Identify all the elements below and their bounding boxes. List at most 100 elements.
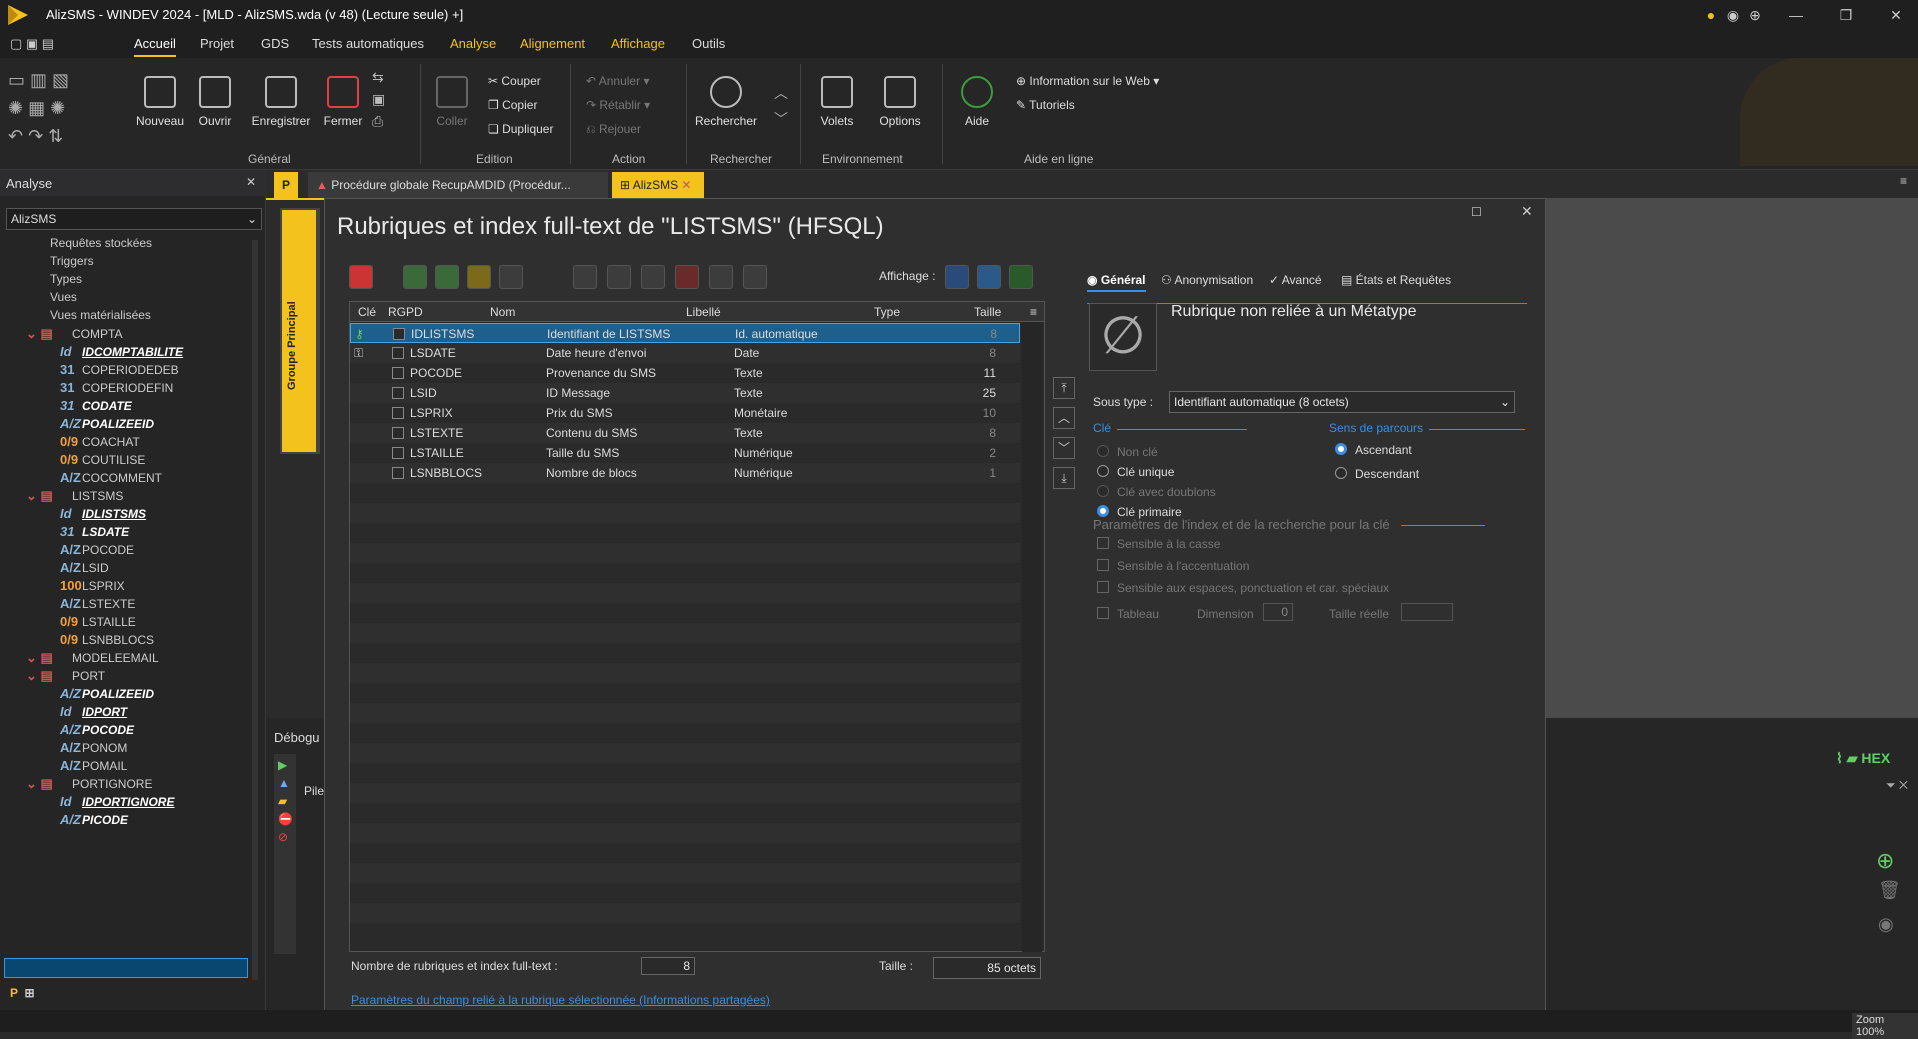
eye-icon[interactable]: ◉ [1878, 914, 1894, 935]
tree-item[interactable]: 31 COPERIODEFIN [60, 380, 173, 395]
settings-icon[interactable]: ◉ [1722, 4, 1744, 26]
tree-item[interactable]: A/ZPOALIZEEID [60, 416, 154, 431]
tree-item[interactable]: Id IDPORTIGNORE [60, 794, 174, 809]
move-down-button[interactable]: ﹀ [1053, 437, 1075, 459]
enregistrer-button[interactable]: Enregistrer [246, 76, 316, 128]
filter-icon[interactable]: ⏷ ✕ [1886, 778, 1908, 793]
rgpd-checkbox[interactable] [392, 387, 404, 399]
display-mode-icon[interactable] [977, 265, 1001, 289]
sous-type-select[interactable]: Identifiant automatique (8 octets) ⌄ [1169, 391, 1515, 413]
radio-cle-unique[interactable] [1097, 465, 1109, 477]
tree-item[interactable]: A/ZPOALIZEEID [60, 686, 154, 701]
tab-anonymisation[interactable]: ⚇ Anonymisation [1161, 273, 1253, 287]
info-web-button[interactable]: ⊕ Information sur le Web ▾ [1016, 74, 1159, 88]
chk-tableau[interactable] [1097, 607, 1109, 619]
tree-item[interactable]: ⌄ ▤ COMPTA [26, 326, 122, 342]
rgpd-checkbox[interactable] [392, 347, 404, 359]
table-row[interactable]: LSPRIX Prix du SMS Monétaire 10 [350, 403, 1020, 423]
tree-item[interactable]: 0/9 LSTAILLE [60, 614, 136, 629]
duplicate-icon[interactable] [709, 265, 733, 289]
move-bottom-button[interactable]: ⤓ [1053, 467, 1075, 489]
tree-item[interactable]: Vues [50, 290, 77, 304]
menu-accueil[interactable]: Accueil [134, 36, 176, 57]
model-canvas[interactable] [1546, 198, 1918, 718]
column-menu-icon[interactable]: ≡ [1030, 305, 1037, 319]
calendar-icon[interactable] [349, 265, 373, 289]
tab-etats[interactable]: ▤ États et Requêtes [1341, 273, 1451, 287]
panel-footer-icon[interactable]: P ⊞ [10, 986, 35, 1000]
tree-item[interactable]: A/ZPICODE [60, 812, 128, 827]
rechercher-button[interactable]: Rechercher [694, 76, 758, 128]
col-cle[interactable]: Clé [358, 305, 376, 319]
display-info-icon[interactable] [1009, 265, 1033, 289]
table-row[interactable]: POCODE Provenance du SMS Texte 11 [350, 363, 1020, 383]
table-row[interactable]: LSID ID Message Texte 25 [350, 383, 1020, 403]
lock-icon[interactable] [499, 265, 523, 289]
delete-icon[interactable] [675, 265, 699, 289]
tree-item[interactable]: ⌄ ▤ PORT [26, 668, 105, 684]
debug-run-icon[interactable]: ▶ [278, 758, 292, 772]
debug-break-icon[interactable]: ⊘ [278, 830, 292, 844]
tree-item[interactable]: 0/9 COUTILISE [60, 452, 145, 467]
col-taille[interactable]: Taille [974, 305, 1001, 319]
radio-ascendant[interactable] [1335, 443, 1347, 455]
col-type[interactable]: Type [874, 305, 900, 319]
tree-item[interactable]: A/ZPOMAIL [60, 758, 127, 773]
fermer-button[interactable]: Fermer [320, 76, 366, 128]
minimize-button[interactable]: — [1776, 4, 1816, 26]
debug-folder-icon[interactable]: ▰ [278, 794, 292, 808]
radio-descendant[interactable] [1335, 467, 1347, 479]
tree-item[interactable]: 100LSPRIX [60, 578, 125, 593]
print-options-icon[interactable]: ⇆ ▣ ⎙ [372, 66, 402, 146]
tree-item[interactable]: A/ZPOCODE [60, 722, 134, 737]
menu-outils[interactable]: Outils [692, 36, 725, 51]
tree-item[interactable]: Id IDPORT [60, 704, 127, 719]
quick-access-icon[interactable]: ▢ ▣ ▤ [10, 36, 54, 52]
export-icon[interactable] [743, 265, 767, 289]
chk-espaces[interactable] [1097, 581, 1109, 593]
move-top-button[interactable]: ⤒ [1053, 377, 1075, 399]
delete-watch-icon[interactable]: 🗑 [1878, 880, 1901, 901]
tree-item[interactable]: Id IDCOMPTABILITE [60, 344, 183, 359]
shared-params-link[interactable]: Paramètres du champ relié à la rubrique … [351, 993, 770, 1007]
menu-tests[interactable]: Tests automatiques [312, 36, 424, 51]
cut-icon[interactable] [573, 265, 597, 289]
table-row[interactable]: LSNBBLOCS Nombre de blocs Numérique 1 [350, 463, 1020, 483]
tab-close-icon[interactable]: ✕ [681, 178, 691, 192]
debug-stop-icon[interactable]: ⛔ [278, 812, 293, 826]
menu-projet[interactable]: Projet [200, 36, 234, 51]
col-libelle[interactable]: Libellé [686, 305, 721, 319]
add-field-icon[interactable] [403, 265, 427, 289]
close-button[interactable]: ✕ [1876, 4, 1916, 26]
add-index-icon[interactable] [435, 265, 459, 289]
menu-affichage[interactable]: Affichage [611, 36, 665, 51]
rgpd-checkbox[interactable] [393, 328, 405, 340]
globe-icon[interactable]: ⊕ [1744, 4, 1766, 26]
tree-item[interactable]: 0/9 LSNBBLOCS [60, 632, 154, 647]
tree-item[interactable]: 31 LSDATE [60, 524, 129, 539]
volets-button[interactable]: Volets [814, 76, 860, 128]
table-row[interactable]: LSTEXTE Contenu du SMS Texte 8 [350, 423, 1020, 443]
table-row[interactable]: LSTAILLE Taille du SMS Numérique 2 [350, 443, 1020, 463]
menu-gds[interactable]: GDS [261, 36, 289, 51]
chk-casse[interactable] [1097, 537, 1109, 549]
rgpd-checkbox[interactable] [392, 427, 404, 439]
quick-tools-icon[interactable]: ▭ ▥ ▧ ✺ ▦ ✺ ↶ ↷ ⇅ [8, 66, 118, 146]
tab-alizsms[interactable]: ⊞ AlizSMS ✕ [612, 172, 704, 198]
hex-icon[interactable]: ⌇ ▰ HEX [1836, 750, 1890, 767]
rgpd-checkbox[interactable] [392, 467, 404, 479]
tree-item[interactable]: 31 COPERIODEDEB [60, 362, 179, 377]
debug-step-icon[interactable]: ▲ [278, 776, 292, 790]
retablir-button[interactable]: ↷ Rétablir ▾ [586, 98, 650, 112]
analysis-combo[interactable]: AlizSMS ⌄ [6, 208, 262, 230]
notification-icon[interactable]: ● [1700, 4, 1722, 26]
tree-item[interactable]: A/ZCOCOMMENT [60, 470, 162, 485]
radio-cle-primaire[interactable] [1097, 505, 1109, 517]
tutoriels-button[interactable]: ✎ Tutoriels [1016, 98, 1075, 112]
table-row[interactable]: ⚷ IDLISTSMS Identifiant de LISTSMS Id. auto… [350, 323, 1020, 343]
dialog-maximize-button[interactable]: ☐ [1471, 205, 1482, 219]
rgpd-checkbox[interactable] [392, 407, 404, 419]
annuler-button[interactable]: ↶ Annuler ▾ [586, 74, 649, 88]
rgpd-checkbox[interactable] [392, 367, 404, 379]
radio-cle-doublons[interactable] [1097, 485, 1109, 497]
